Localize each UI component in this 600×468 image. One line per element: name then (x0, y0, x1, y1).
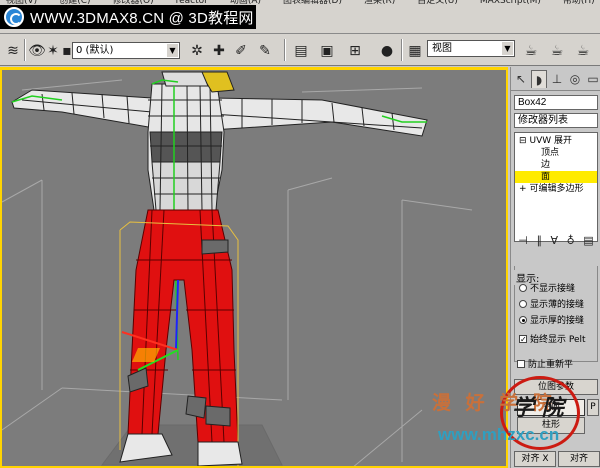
site-logo-icon (4, 7, 24, 27)
schematic-view-icon[interactable]: ⊞ (346, 42, 364, 60)
checkbox-icon (517, 359, 525, 368)
pin-stack-icon[interactable]: ⊣ (518, 234, 528, 247)
modifier-stack-item[interactable]: ⊟ UVW 展开 (515, 135, 597, 147)
character-torso (147, 83, 225, 211)
configure-sets-icon[interactable]: ▤ (583, 234, 593, 247)
modifier-stack-label: 面 (541, 172, 551, 182)
watermark-text: WWW.3DMAX8.CN @ 3D教程网 (30, 9, 254, 27)
toolbar-separator (24, 39, 26, 61)
pelt-button[interactable]: P (587, 399, 599, 416)
set-current-layer-icon[interactable]: ✎ (256, 42, 274, 60)
modifier-stack-label: UVW 展开 (529, 136, 573, 146)
radio-button-icon[interactable] (519, 299, 527, 308)
remove-modifier-icon[interactable]: ♁ (567, 234, 575, 247)
align-y-label: 对齐 (569, 454, 588, 464)
radio-button-icon[interactable] (519, 283, 527, 292)
site-watermark: WWW.3DMAX8.CN @ 3D教程网 (0, 5, 256, 29)
make-unique-icon[interactable]: ∀ (551, 234, 559, 247)
prevent-flatten-row[interactable]: 防止重新平 (517, 357, 573, 370)
always-show-pelt-checkbox[interactable]: ✓ 始终显示 Pelt (519, 332, 586, 345)
render-scene-icon[interactable]: ☕ (522, 42, 540, 60)
curve-editor-icon[interactable]: ▣ (318, 42, 336, 60)
add-to-layer-icon[interactable]: ✚ (210, 42, 228, 60)
brand-url: www.mhzxc.cn (438, 425, 560, 444)
prevent-flatten-label: 防止重新平 (528, 360, 574, 370)
always-show-pelt-label: 始终显示 Pelt (530, 335, 586, 345)
layer-manager-icon[interactable]: ▤ (292, 42, 310, 60)
toolbar-separator (284, 39, 286, 61)
create-tab-icon[interactable]: ↖ (513, 70, 529, 88)
hierarchy-tab-icon[interactable]: ⊥ (549, 70, 565, 88)
motion-tab-icon[interactable]: ◎ (567, 70, 583, 88)
menu-item[interactable]: 自定义(U) (417, 0, 458, 6)
reference-coord-icon[interactable]: ▦ (406, 42, 424, 60)
layers-icon[interactable]: ≋ (4, 42, 22, 60)
seam-display-option[interactable]: 不显示接缝 (519, 281, 575, 294)
title-banner: 视图(V) 创建(C) 修改器(O) reactor 动画(A) 图表编辑器(D) 渲染(R… (0, 0, 600, 34)
radio-button-icon[interactable] (519, 315, 527, 324)
quick-render-icon[interactable]: ☕ (548, 42, 566, 60)
brand-stamp-text: 学 院 (512, 395, 564, 421)
modifier-stack-item[interactable]: 边 (515, 159, 597, 171)
align-x-button[interactable]: 对齐 X (514, 451, 556, 467)
modifier-stack: ⊟ UVW 展开 顶点边面 + 可编辑多边形 (514, 132, 598, 242)
seam-display-option[interactable]: 显示厚的接缝 (519, 313, 584, 326)
checkmark-icon: ✓ (519, 334, 527, 344)
utilities-tab-icon[interactable]: ▭ (585, 70, 600, 88)
align-y-button[interactable]: 对齐 (558, 451, 600, 467)
seam-display-label: 不显示接缝 (530, 284, 576, 294)
chevron-down-icon[interactable]: ▼ (167, 44, 178, 57)
show-end-result-icon[interactable]: ∥ (536, 234, 542, 247)
modify-tab-icon[interactable]: ◗ (531, 70, 547, 88)
view-dropdown[interactable]: 视图 ▼ (427, 40, 515, 57)
create-layer-icon[interactable]: ✲ (188, 42, 206, 60)
collapse-icon[interactable]: ⊟ (519, 136, 527, 146)
layer-dropdown[interactable]: 0 (默认) ▼ (72, 42, 180, 59)
menu-item[interactable]: 图表编辑器(D) (283, 0, 342, 6)
toolbar-separator (401, 39, 403, 61)
menu-item[interactable]: 帮助(H) (563, 0, 595, 6)
seam-display-option[interactable]: 显示薄的接缝 (519, 297, 584, 310)
modifier-stack-item[interactable]: 顶点 (515, 147, 597, 159)
view-dropdown-value: 视图 (432, 43, 452, 54)
chevron-down-icon[interactable]: ▼ (502, 42, 513, 55)
seam-display-label: 显示厚的接缝 (530, 316, 585, 326)
object-name-field[interactable]: Box42 (514, 95, 598, 110)
character-neck (161, 71, 209, 87)
modifier-stack-label: 可编辑多边形 (529, 184, 584, 194)
modifier-stack-item[interactable]: 面 (515, 171, 597, 183)
seam-display-label: 显示薄的接缝 (530, 300, 585, 310)
menu-item[interactable]: MAXScript(M) (480, 0, 541, 6)
modifier-stack-item[interactable]: + 可编辑多边形 (515, 183, 597, 195)
render-last-icon[interactable]: ☕ (574, 42, 592, 60)
command-panel-tabs: ↖ ◗ ⊥ ◎ ▭ (511, 67, 600, 91)
modifier-stack-label: 顶点 (541, 148, 560, 158)
stack-tools: ⊣ ∥ ∀ ♁ ▤ (514, 231, 598, 249)
material-editor-icon[interactable]: ● (378, 42, 396, 60)
modifier-stack-label: 边 (541, 160, 551, 170)
select-in-layer-icon[interactable]: ✐ (232, 42, 250, 60)
expand-icon[interactable]: + (519, 184, 527, 194)
layer-dropdown-value: 0 (默认) (76, 45, 114, 56)
menu-item[interactable]: 渲染(R) (364, 0, 395, 6)
align-x-label: 对齐 X (521, 454, 549, 464)
modifier-list-dropdown[interactable]: 修改器列表 (514, 113, 598, 128)
